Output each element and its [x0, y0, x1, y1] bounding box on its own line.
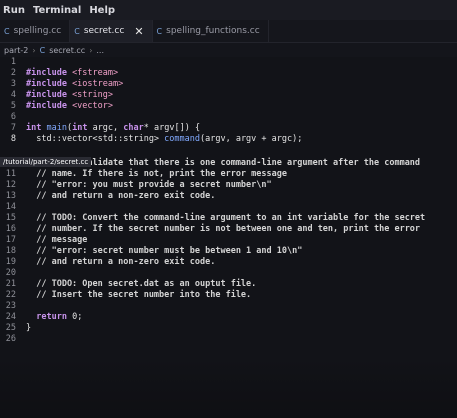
line-number: 2: [10, 68, 16, 78]
code-text: // number. If the secret number is not b…: [26, 224, 421, 234]
code-text: // "error: secret number must be between…: [26, 246, 303, 256]
line-number: 26: [5, 334, 16, 344]
code-text: #include <vector>: [26, 101, 114, 111]
code-line[interactable]: 23: [0, 301, 26, 312]
code-line[interactable]: 15 // TODO: Convert the command-line arg…: [0, 213, 425, 224]
cpp-file-icon: C: [74, 26, 80, 36]
code-line[interactable]: 25}: [0, 323, 31, 334]
code-line[interactable]: 22 // Insert the secret number into the …: [0, 290, 251, 301]
cpp-file-icon: C: [4, 26, 10, 36]
cpp-file-icon: C: [39, 45, 46, 55]
line-number: 13: [5, 191, 16, 201]
code-text: // TODO: Convert the command-line argume…: [26, 213, 426, 223]
code-text: // "error: you must provide a secret num…: [26, 180, 272, 190]
code-line[interactable]: 13 // and return a non-zero exit code.: [0, 191, 216, 202]
line-number: 1: [10, 57, 16, 67]
menu-terminal[interactable]: Terminal: [30, 5, 86, 16]
menu-run[interactable]: Run: [0, 5, 30, 16]
tab-spelling-cc[interactable]: C spelling.cc: [0, 20, 71, 42]
line-number: 14: [5, 202, 16, 212]
code-line[interactable]: 18 // "error: secret number must be betw…: [0, 246, 303, 257]
line-number: 4: [10, 90, 16, 100]
line-number: 3: [10, 79, 16, 89]
line-number: 20: [5, 268, 16, 278]
line-number: 15: [5, 213, 16, 223]
code-text: #include <string>: [26, 90, 114, 100]
code-line[interactable]: 1: [0, 57, 26, 68]
code-line[interactable]: 19 // and return a non-zero exit code.: [0, 257, 216, 268]
line-number: 12: [5, 180, 16, 190]
code-text: #include <fstream>: [26, 68, 119, 78]
line-number: 17: [5, 235, 16, 245]
code-line[interactable]: 2 #include <fstream>: [0, 68, 118, 79]
code-text: // and return a non-zero exit code.: [26, 191, 216, 201]
code-line[interactable]: 3 #include <iostream>: [0, 79, 123, 90]
line-number: 6: [10, 112, 16, 122]
menu-bar: Run Terminal Help: [0, 0, 457, 20]
line-number: 25: [5, 323, 16, 333]
hover-tooltip-path: /tutorial/part-2/secret.cc: [0, 157, 92, 167]
tab-spelling-functions-cc[interactable]: C spelling_functions.cc: [153, 20, 269, 42]
tab-label: spelling.cc: [13, 26, 62, 36]
line-number: 23: [5, 301, 16, 311]
code-line[interactable]: 21 // TODO: Open secret.dat as an ouptut…: [0, 279, 257, 290]
breadcrumb: part-2 › C secret.cc › ...: [0, 43, 457, 57]
code-line[interactable]: 26: [0, 334, 26, 345]
code-text: // message: [26, 235, 88, 245]
line-number: 8: [10, 134, 16, 144]
chevron-right-icon: ›: [32, 45, 36, 55]
menu-help[interactable]: Help: [86, 5, 120, 16]
code-text: std::vector<std::string> command(argv, a…: [26, 134, 303, 144]
tab-secret-cc[interactable]: C secret.cc ✕: [70, 20, 153, 42]
code-text: // Insert the secret number into the fil…: [26, 290, 252, 300]
tab-label: spelling_functions.cc: [166, 26, 260, 36]
code-line[interactable]: 5 #include <vector>: [0, 101, 113, 112]
code-line[interactable]: 6: [0, 112, 26, 123]
line-number: 21: [5, 279, 16, 289]
breadcrumb-symbol[interactable]: ...: [96, 46, 104, 55]
line-number: 5: [10, 101, 16, 111]
code-line[interactable]: 14: [0, 202, 26, 213]
code-text: int main(int argc, char* argv[]) {: [26, 123, 201, 133]
editor-tab-bar: C spelling.cc C secret.cc ✕ C spelling_f…: [0, 20, 457, 43]
code-line[interactable]: 11 // name. If there is not, print the e…: [0, 169, 287, 180]
line-number: 19: [5, 257, 16, 267]
code-editor[interactable]: 26 25} 24 return 0; 23 22 // Insert the secr…: [0, 57, 457, 418]
tab-label: secret.cc: [83, 26, 125, 36]
code-text: // and return a non-zero exit code.: [26, 257, 216, 267]
breadcrumb-folder[interactable]: part-2: [4, 46, 28, 55]
code-line[interactable]: 24 return 0;: [0, 312, 83, 323]
code-line[interactable]: 12 // "error: you must provide a secret …: [0, 180, 272, 191]
code-line[interactable]: 4 #include <string>: [0, 90, 113, 101]
line-number: 7: [10, 123, 16, 133]
line-number: 22: [5, 290, 16, 300]
code-line[interactable]: 20: [0, 268, 26, 279]
code-text: // name. If there is not, print the erro…: [26, 169, 287, 179]
code-line[interactable]: 7 int main(int argc, char* argv[]) {: [0, 123, 200, 134]
code-text: #include <iostream>: [26, 79, 124, 89]
code-text: return 0;: [36, 312, 83, 322]
line-number: 24: [5, 312, 16, 322]
code-line[interactable]: 17 // message: [0, 235, 88, 246]
line-number: 11: [5, 169, 16, 179]
breadcrumb-file[interactable]: secret.cc: [49, 46, 85, 55]
close-icon[interactable]: ✕: [134, 25, 143, 38]
line-number: 18: [5, 246, 16, 256]
cpp-file-icon: C: [156, 26, 163, 36]
line-number: 16: [5, 224, 16, 234]
code-line[interactable]: 16 // number. If the secret number is no…: [0, 224, 420, 235]
chevron-right-icon: ›: [89, 45, 93, 55]
code-line[interactable]: 8 std::vector<std::string> command(argv,…: [0, 134, 302, 145]
code-text: // TODO: Open secret.dat as an ouptut fi…: [26, 279, 257, 289]
code-text: }: [26, 323, 32, 333]
